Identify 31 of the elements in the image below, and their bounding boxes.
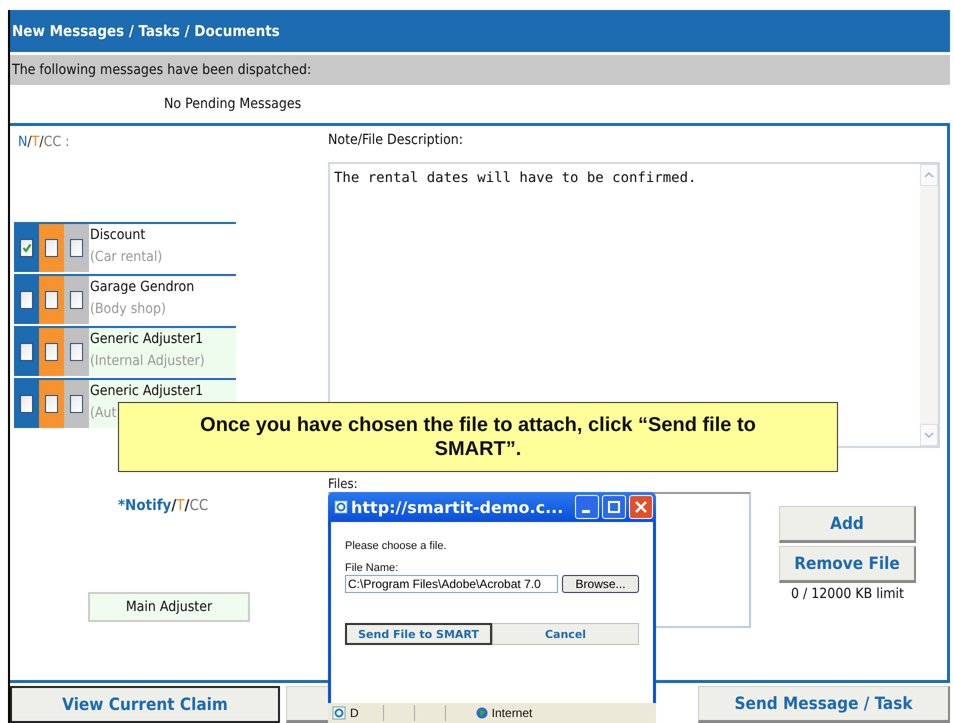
- dispatched-label: The following messages have been dispatched:: [12, 62, 312, 78]
- dialog-prompt: Please choose a file.: [345, 540, 448, 552]
- recipient-name: Generic Adjuster1: [90, 330, 204, 349]
- legend-text: N: [18, 134, 28, 150]
- legend-text: T: [32, 134, 40, 150]
- main-adjuster-label: Main Adjuster: [88, 592, 250, 622]
- pending-status: No Pending Messages: [164, 96, 302, 112]
- status-text: D: [350, 706, 359, 720]
- recipient-name: Garage Gendron: [90, 278, 194, 297]
- file-name-label: File Name:: [345, 562, 400, 574]
- legend-text: CC :: [44, 134, 70, 150]
- note-label: Note/File Description:: [328, 132, 464, 148]
- legend-text: CC: [189, 496, 208, 514]
- recipient-role: (Internal Adjuster): [90, 352, 205, 371]
- zone-text: Internet: [492, 706, 532, 720]
- recipient-name: Discount: [90, 226, 146, 245]
- files-label: Files:: [328, 478, 359, 492]
- legend-text: /: [184, 496, 190, 514]
- recipient-role: (Aut: [90, 404, 118, 423]
- legend-text: /: [39, 134, 44, 150]
- page-title: New Messages / Tasks / Documents: [12, 22, 280, 40]
- legend-text: *Notify: [118, 496, 172, 514]
- recipient-role: (Car rental): [90, 248, 162, 267]
- dialog-title: http://smartit-demo.c...: [351, 498, 564, 516]
- recipient-name: Generic Adjuster1: [90, 382, 204, 401]
- legend-text: T: [176, 496, 185, 514]
- size-limit-text: 0 / 12000 KB limit: [791, 586, 904, 602]
- recipient-role: (Body shop): [90, 300, 167, 319]
- legend-text: /: [171, 496, 176, 514]
- legend-text: /: [27, 134, 32, 150]
- instruction-tooltip: Once you have chosen the file to attach, click “Send file to SMART”.: [118, 402, 838, 472]
